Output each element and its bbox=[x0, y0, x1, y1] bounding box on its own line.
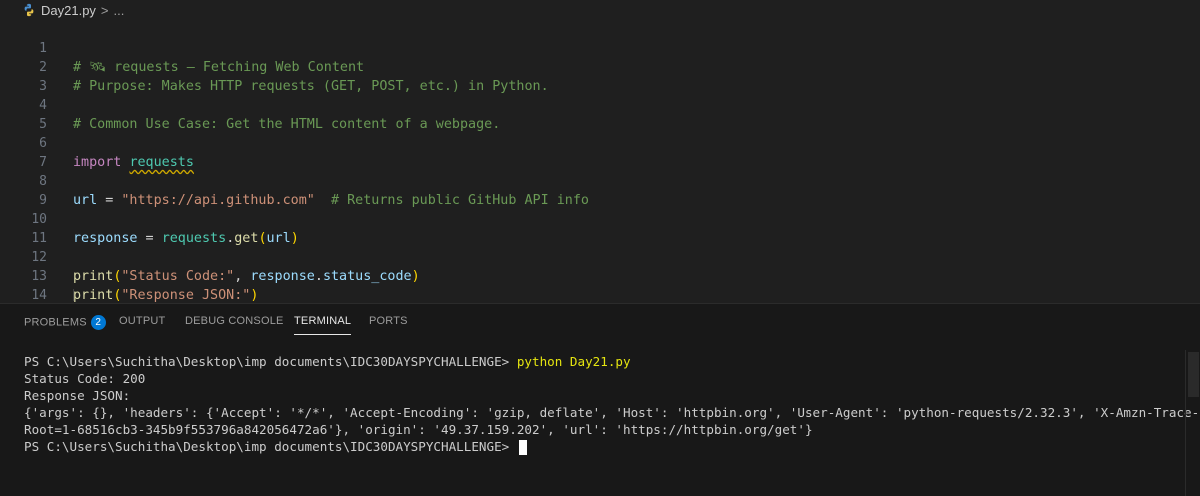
code-line: 7 bbox=[0, 134, 1200, 170]
indent-guide bbox=[73, 289, 74, 301]
problems-badge: 2 bbox=[90, 315, 106, 330]
scrollbar-thumb[interactable] bbox=[1188, 352, 1199, 397]
panel-tabs: PROBLEMS 2 OUTPUT DEBUG CONSOLE TERMINAL … bbox=[0, 304, 1200, 338]
code-line: 4 # Common Use Case: Get the HTML conten… bbox=[0, 77, 1200, 132]
terminal-prompt: PS C:\Users\Suchitha\Desktop\imp documen… bbox=[24, 439, 517, 454]
code-line: 13 print("Response JSON:") bbox=[0, 248, 1200, 303]
python-file-icon bbox=[24, 3, 34, 17]
terminal-line: Root=1-68516cb3-345b9f553796a842056472a6… bbox=[24, 422, 813, 437]
code-line: 3 bbox=[0, 58, 1200, 94]
terminal[interactable]: PS C:\Users\Suchitha\Desktop\imp documen… bbox=[24, 353, 1200, 455]
code-line: 1 # 🛰 requests – Fetching Web Content bbox=[0, 20, 1200, 75]
tab-label: PROBLEMS bbox=[24, 316, 87, 329]
bottom-panel: PROBLEMS 2 OUTPUT DEBUG CONSOLE TERMINAL … bbox=[0, 303, 1200, 496]
terminal-prompt: PS C:\Users\Suchitha\Desktop\imp documen… bbox=[24, 354, 517, 369]
tab-debug-console[interactable]: DEBUG CONSOLE bbox=[185, 315, 284, 327]
tab-output[interactable]: OUTPUT bbox=[119, 315, 165, 327]
code-line: 10 response = requests.get(url) bbox=[0, 191, 1200, 246]
breadcrumb-separator: > bbox=[100, 2, 109, 18]
code-line: 11 bbox=[0, 210, 1200, 246]
terminal-scrollbar[interactable] bbox=[1185, 350, 1200, 496]
code-line: 2 # Purpose: Makes HTTP requests (GET, P… bbox=[0, 39, 1200, 94]
code-editor[interactable]: 1 # 🛰 requests – Fetching Web Content 2 … bbox=[0, 20, 1200, 322]
terminal-line: Status Code: 200 bbox=[24, 371, 146, 386]
terminal-command: python Day21.py bbox=[516, 354, 631, 369]
terminal-line: PS C:\Users\Suchitha\Desktop\imp documen… bbox=[24, 353, 1194, 370]
tab-problems[interactable]: PROBLEMS 2 bbox=[24, 315, 106, 330]
tab-terminal[interactable]: TERMINAL bbox=[294, 315, 352, 335]
terminal-line: {'args': {}, 'headers': {'Accept': '*/*'… bbox=[24, 405, 1200, 420]
terminal-line: Response JSON: bbox=[24, 388, 131, 403]
code-line: 6 import requests bbox=[0, 115, 1200, 170]
breadcrumb: Day21.py > ... bbox=[0, 0, 1200, 20]
terminal-line: PS C:\Users\Suchitha\Desktop\imp documen… bbox=[24, 438, 1194, 455]
breadcrumb-more[interactable]: ... bbox=[114, 3, 125, 18]
code-line: 14 print(response.json()) bbox=[0, 267, 1200, 322]
code-line: 9 bbox=[0, 172, 1200, 208]
code-line: 12 print("Status Code:", response.status… bbox=[0, 229, 1200, 284]
terminal-cursor bbox=[518, 440, 527, 455]
breadcrumb-file[interactable]: Day21.py bbox=[41, 3, 96, 18]
tab-ports[interactable]: PORTS bbox=[369, 315, 408, 327]
code-line: 8 url = "https://api.github.com" # Retur… bbox=[0, 153, 1200, 208]
code-line: 5 bbox=[0, 96, 1200, 132]
